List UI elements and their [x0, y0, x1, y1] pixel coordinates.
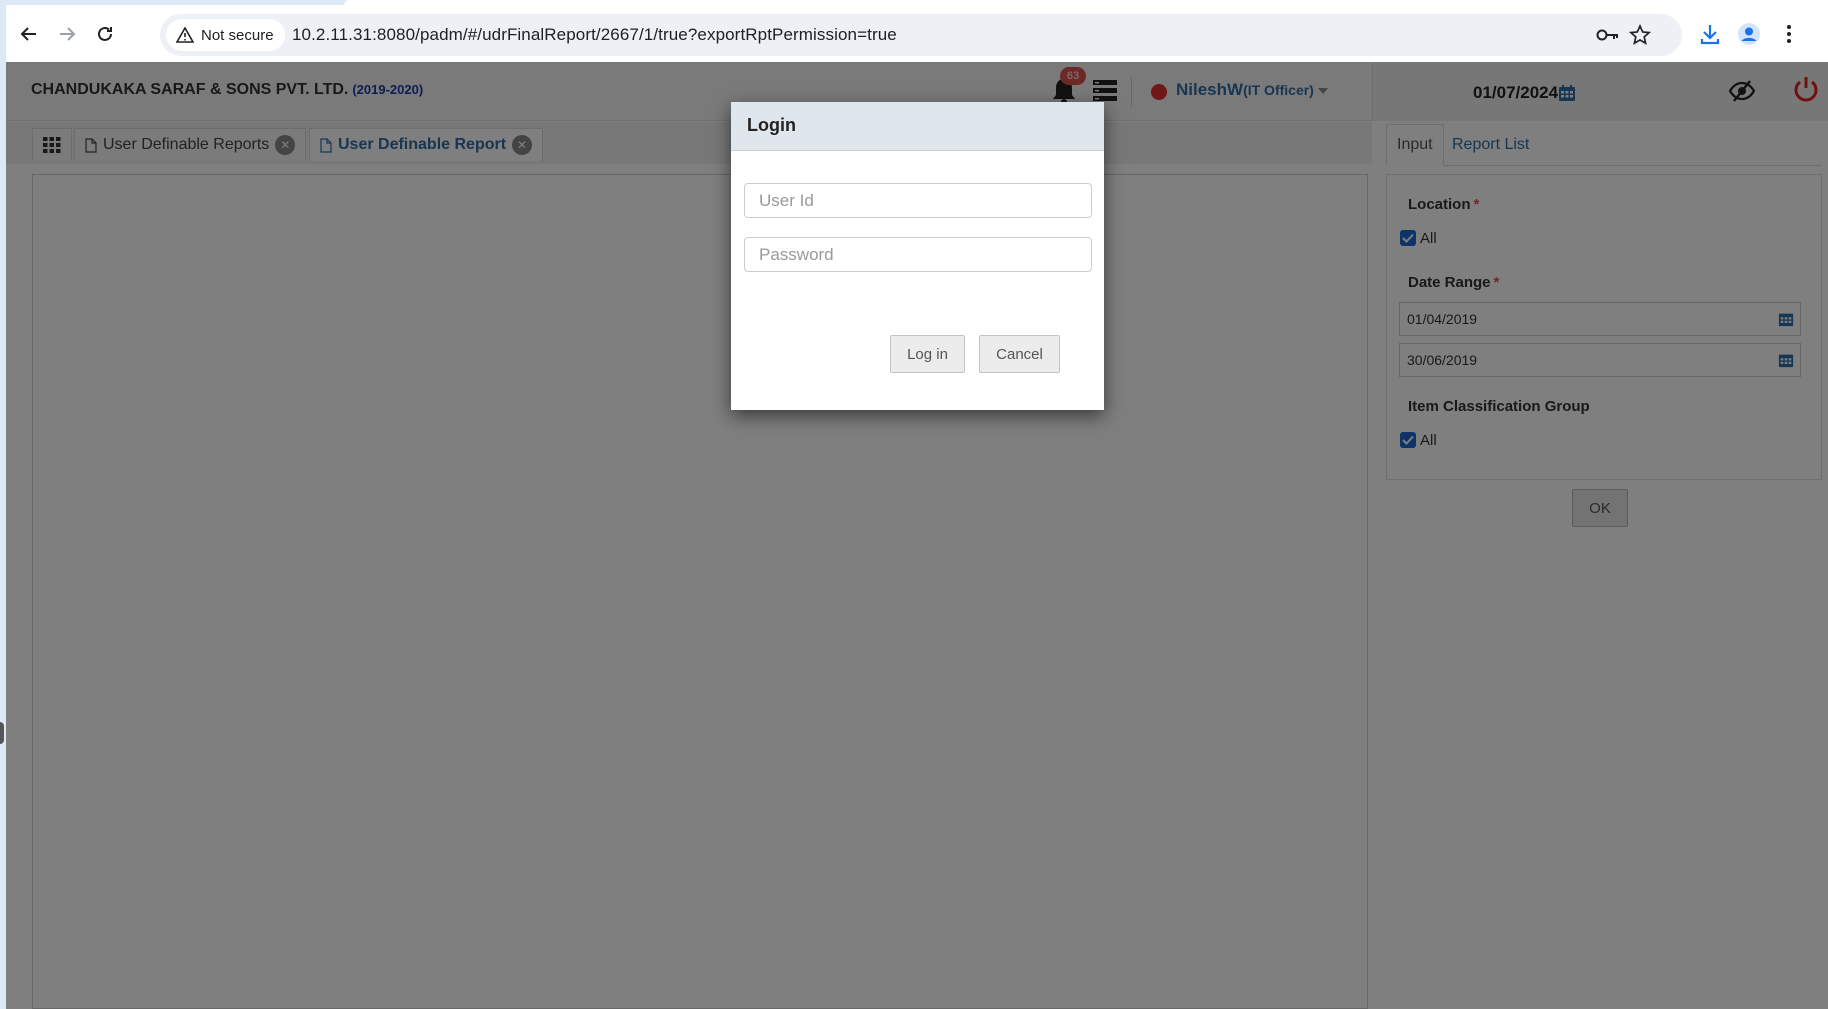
warning-triangle-icon [176, 27, 194, 43]
cancel-button[interactable]: Cancel [979, 335, 1060, 373]
forward-button[interactable] [51, 18, 83, 50]
log-in-button[interactable]: Log in [890, 335, 965, 373]
user-id-input[interactable] [744, 183, 1092, 218]
security-chip[interactable]: Not secure [166, 19, 285, 51]
back-arrow-icon [20, 27, 36, 41]
browser-toolbar: Not secure 10.2.11.31:8080/padm/#/udrFin… [6, 5, 1828, 62]
download-icon[interactable] [1694, 18, 1726, 50]
password-key-icon[interactable] [1596, 24, 1620, 46]
side-handle[interactable] [0, 722, 4, 744]
browser-menu-icon[interactable] [1773, 18, 1805, 50]
forward-arrow-icon [60, 27, 76, 41]
bookmark-star-icon[interactable] [1628, 24, 1652, 46]
password-input[interactable] [744, 237, 1092, 272]
reload-button[interactable] [89, 18, 121, 50]
dialog-title: Login [747, 115, 796, 135]
reload-icon [98, 26, 112, 41]
url-text[interactable]: 10.2.11.31:8080/padm/#/udrFinalReport/26… [292, 25, 897, 45]
dialog-header: Login [731, 102, 1104, 151]
security-label: Not secure [201, 26, 274, 44]
address-bar[interactable]: Not secure 10.2.11.31:8080/padm/#/udrFin… [160, 14, 1682, 56]
back-button[interactable] [13, 18, 45, 50]
login-dialog: Login Log in Cancel [731, 102, 1104, 410]
profile-avatar-icon[interactable] [1733, 18, 1765, 50]
